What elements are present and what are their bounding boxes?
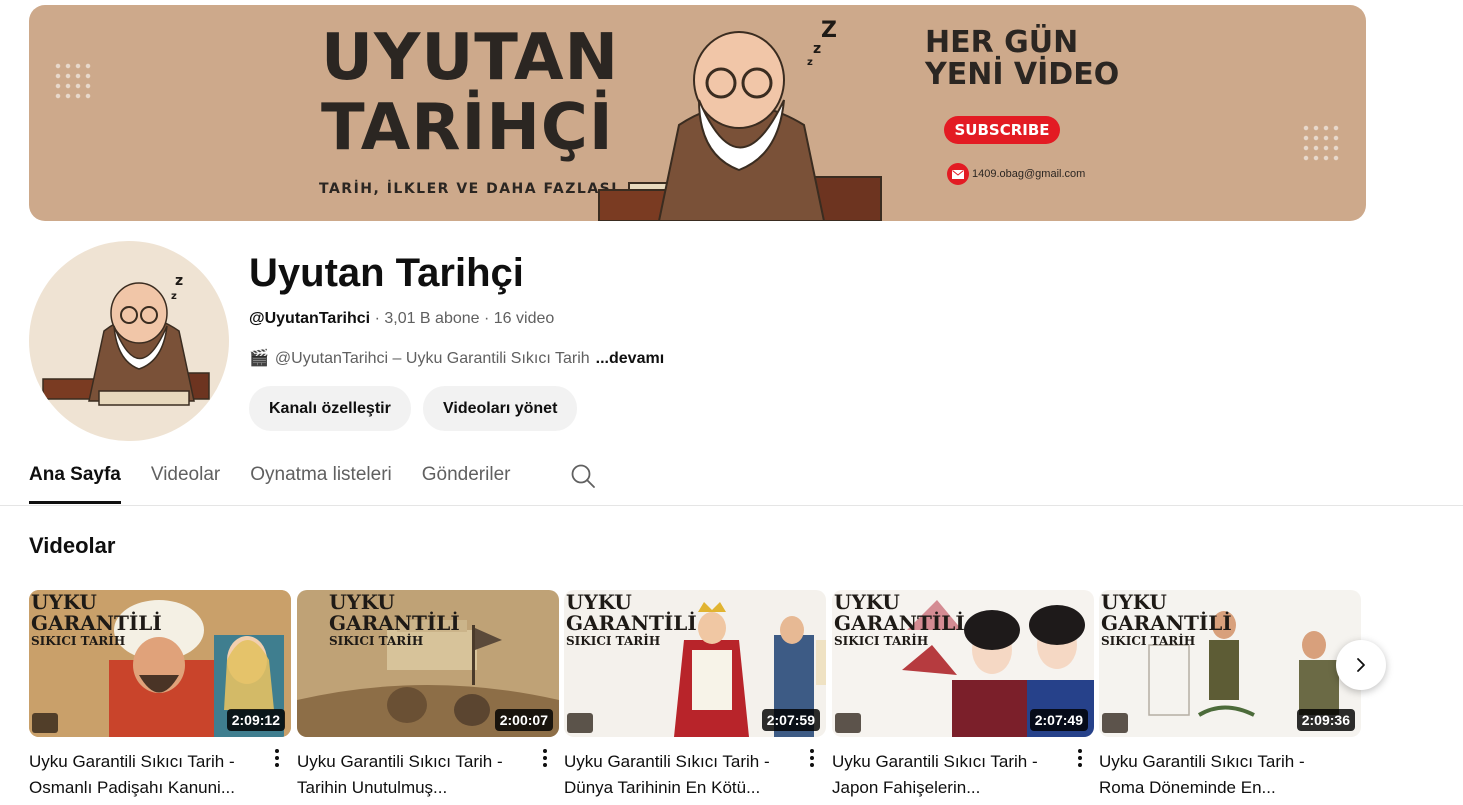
- channel-handle: @UyutanTarihci: [249, 310, 371, 327]
- mail-icon: [947, 163, 969, 185]
- more-options-icon[interactable]: [1076, 747, 1084, 769]
- channel-avatar: z z: [29, 241, 229, 441]
- video-duration: 2:09:36: [1296, 709, 1355, 731]
- thumb-line1: UYKU: [329, 590, 395, 614]
- svg-text:z: z: [171, 291, 177, 302]
- video-card[interactable]: UYKU GARANTİLİ SIKICI TARİH 2:09:12 Uyku…: [29, 590, 291, 801]
- banner-tagline: HER GÜN YENİ VİDEO: [925, 27, 1125, 91]
- more-options-icon[interactable]: [273, 747, 281, 769]
- thumb-line2: GARANTİLİ: [31, 611, 162, 635]
- channel-watermark-icon: [835, 713, 861, 733]
- tabs-divider: [0, 505, 1463, 506]
- thumb-line3: SIKICI TARİH: [31, 634, 126, 648]
- video-title[interactable]: Uyku Garantili Sıkıcı Tarih - Roma Dönem…: [1099, 749, 1331, 801]
- banner-tagline-line1: HER GÜN: [925, 25, 1079, 60]
- video-duration: 2:09:12: [226, 709, 285, 731]
- thumb-line2: GARANTİLİ: [566, 611, 697, 635]
- banner-dots-right: [1301, 123, 1343, 165]
- channel-watermark-icon: [567, 713, 593, 733]
- banner-subtitle: TARİH, İLKLER VE DAHA FAZLASI: [319, 181, 618, 197]
- svg-text:Z: Z: [821, 18, 837, 43]
- video-card[interactable]: UYKU GARANTİLİ SIKICI TARİH 2:07:49 Uyku…: [832, 590, 1094, 801]
- banner-dots-left: [53, 61, 95, 103]
- thumbnail-caption: UYKU GARANTİLİ SIKICI TARİH: [329, 590, 460, 649]
- thumb-line2: GARANTİLİ: [1101, 611, 1232, 635]
- video-duration: 2:00:07: [494, 709, 553, 731]
- thumb-line3: SIKICI TARİH: [566, 634, 661, 648]
- channel-tabs: Ana Sayfa Videolar Oynatma listeleri Gön…: [29, 450, 540, 506]
- thumbnail-caption: UYKU GARANTİLİ SIKICI TARİH: [566, 590, 697, 649]
- video-title[interactable]: Uyku Garantili Sıkıcı Tarih - Osmanlı Pa…: [29, 749, 261, 801]
- subscriber-count: 3,01 B abone: [384, 310, 480, 327]
- video-title[interactable]: Uyku Garantili Sıkıcı Tarih - Japon Fahi…: [832, 749, 1064, 801]
- video-duration: 2:07:49: [1029, 709, 1088, 731]
- banner-email-text: 1409.obag@gmail.com: [972, 168, 1086, 180]
- thumb-line1: UYKU: [834, 590, 900, 614]
- chevron-right-icon: [1357, 658, 1365, 672]
- video-duration: 2:07:59: [761, 709, 820, 731]
- tab-videos[interactable]: Videolar: [151, 450, 220, 504]
- banner-title: UYUTAN TARİHÇİ: [321, 21, 620, 165]
- search-icon[interactable]: [570, 463, 596, 489]
- thumb-line3: SIKICI TARİH: [329, 634, 424, 648]
- manage-videos-button[interactable]: Videoları yönet: [423, 386, 578, 431]
- channel-watermark-icon: [32, 713, 58, 733]
- tab-home[interactable]: Ana Sayfa: [29, 450, 121, 504]
- meta-separator: ·: [484, 310, 494, 327]
- channel-meta: @UyutanTarihci · 3,01 B abone · 16 video: [249, 309, 554, 329]
- banner-subscribe-graphic: SUBSCRIBE: [944, 116, 1060, 144]
- video-card[interactable]: UYKU GARANTİLİ SIKICI TARİH 2:07:59 Uyku…: [564, 590, 826, 801]
- carousel-next-button[interactable]: [1336, 640, 1386, 690]
- tab-posts[interactable]: Gönderiler: [422, 450, 511, 504]
- thumbnail-caption: UYKU GARANTİLİ SIKICI TARİH: [834, 590, 965, 649]
- video-card[interactable]: UYKU GARANTİLİ SIKICI TARİH 2:09:36 Uyku…: [1099, 590, 1361, 801]
- more-options-icon[interactable]: [541, 747, 549, 769]
- video-thumbnail[interactable]: UYKU GARANTİLİ SIKICI TARİH 2:09:36: [1099, 590, 1361, 737]
- thumbnail-caption: UYKU GARANTİLİ SIKICI TARİH: [1101, 590, 1232, 649]
- tab-playlists[interactable]: Oynatma listeleri: [250, 450, 392, 504]
- video-title[interactable]: Uyku Garantili Sıkıcı Tarih - Dünya Tari…: [564, 749, 796, 801]
- thumb-line1: UYKU: [31, 590, 97, 614]
- banner-email: 1409.obag@gmail.com: [947, 163, 1085, 185]
- channel-description[interactable]: 🎬 @UyutanTarihci – Uyku Garantili Sıkıcı…: [249, 349, 664, 369]
- more-options-icon[interactable]: [808, 747, 816, 769]
- clapperboard-icon: 🎬: [249, 350, 269, 367]
- thumbnail-caption: UYKU GARANTİLİ SIKICI TARİH: [31, 590, 162, 649]
- section-title: Videolar: [29, 533, 116, 558]
- avatar-monk-icon: z z: [42, 273, 210, 406]
- svg-text:z: z: [807, 57, 813, 68]
- video-thumbnail[interactable]: UYKU GARANTİLİ SIKICI TARİH 2:07:59: [564, 590, 826, 737]
- thumb-line2: GARANTİLİ: [329, 611, 460, 635]
- description-text: @UyutanTarihci – Uyku Garantili Sıkıcı T…: [274, 350, 590, 367]
- video-thumbnail[interactable]: UYKU GARANTİLİ SIKICI TARİH 2:07:49: [832, 590, 1094, 737]
- thumb-line1: UYKU: [1101, 590, 1167, 614]
- meta-separator: ·: [374, 310, 385, 327]
- svg-text:z: z: [813, 41, 821, 57]
- thumb-line1: UYKU: [566, 590, 632, 614]
- video-card[interactable]: UYKU GARANTİLİ SIKICI TARİH 2:00:07 Uyku…: [297, 590, 559, 801]
- description-more-link[interactable]: ...devamı: [596, 349, 664, 369]
- banner-tagline-line2: YENİ VİDEO: [925, 57, 1120, 92]
- video-count: 16 video: [493, 310, 555, 327]
- sleeping-monk-illustration: Z z z: [598, 18, 882, 221]
- customize-channel-button[interactable]: Kanalı özelleştir: [249, 386, 411, 431]
- channel-watermark-icon: [1102, 713, 1128, 733]
- svg-text:z: z: [175, 273, 183, 289]
- video-thumbnail[interactable]: UYKU GARANTİLİ SIKICI TARİH 2:09:12: [29, 590, 291, 737]
- thumb-line2: GARANTİLİ: [834, 611, 965, 635]
- video-thumbnail[interactable]: UYKU GARANTİLİ SIKICI TARİH 2:00:07: [297, 590, 559, 737]
- channel-name: Uyutan Tarihçi: [249, 251, 524, 295]
- thumb-line3: SIKICI TARİH: [1101, 634, 1196, 648]
- channel-banner: UYUTAN TARİHÇİ TARİH, İLKLER VE DAHA FAZ…: [29, 5, 1366, 221]
- thumb-line3: SIKICI TARİH: [834, 634, 929, 648]
- video-title[interactable]: Uyku Garantili Sıkıcı Tarih - Tarihin Un…: [297, 749, 529, 801]
